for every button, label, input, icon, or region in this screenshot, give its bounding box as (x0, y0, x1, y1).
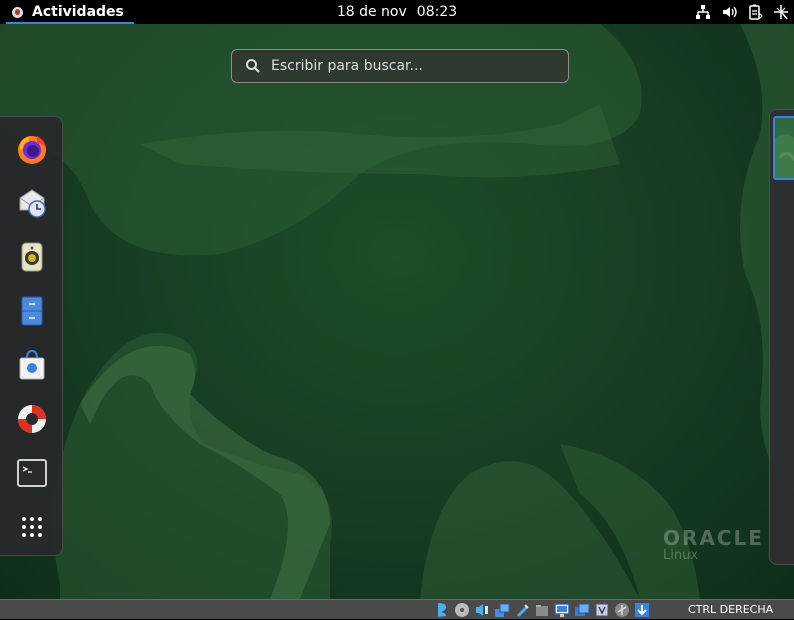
usb-icon[interactable] (513, 602, 531, 619)
activities-label: Actividades (32, 4, 124, 20)
lifebuoy-icon (18, 405, 46, 433)
audio-icon[interactable] (473, 602, 491, 619)
wallpaper (0, 24, 794, 599)
volume-icon[interactable] (720, 3, 738, 21)
network-icon[interactable] (694, 3, 712, 21)
search-input[interactable] (271, 58, 551, 74)
file-cabinet-icon (21, 296, 43, 326)
brand-name: ORACLE (663, 526, 764, 550)
video-capture-icon[interactable] (573, 602, 591, 619)
system-tray[interactable] (694, 0, 794, 24)
mouse-integration-icon[interactable] (613, 602, 631, 619)
battery-icon[interactable] (746, 3, 764, 21)
host-key-arrow-icon[interactable] (633, 602, 651, 619)
power-icon[interactable] (772, 3, 790, 21)
clock-time[interactable]: 08:23 (417, 4, 457, 20)
vm-status-bar: CTRL DERECHA (0, 599, 794, 619)
mail-clock-icon (19, 189, 46, 218)
speaker-icon (21, 242, 43, 272)
dash-item-evolution[interactable] (14, 185, 50, 221)
terminal-icon (17, 459, 47, 487)
overview-desktop[interactable]: ORACLE Linux (0, 24, 794, 599)
firefox-icon (18, 136, 46, 164)
search-icon (245, 58, 261, 74)
optical-drive-icon[interactable] (453, 602, 471, 619)
display-icon[interactable] (553, 602, 571, 619)
clock-date[interactable]: 18 de nov (337, 4, 407, 20)
oracle-linux-watermark: ORACLE Linux (663, 526, 764, 563)
dash-item-software[interactable] (14, 347, 50, 383)
dash-item-files[interactable] (14, 293, 50, 329)
shopping-bag-icon (19, 349, 45, 380)
dash-item-help[interactable] (14, 401, 50, 437)
dash-item-rhythmbox[interactable] (14, 239, 50, 275)
search-box[interactable] (231, 49, 569, 83)
workspace-thumbnail[interactable] (773, 116, 794, 180)
top-bar: Actividades 18 de nov 08:23 (0, 0, 794, 24)
brand-sub: Linux (663, 548, 699, 563)
app-grid-icon (22, 517, 42, 537)
activities-button[interactable]: Actividades (2, 0, 134, 24)
dash-item-terminal[interactable] (14, 455, 50, 491)
shared-folder-icon[interactable] (533, 602, 551, 619)
hard-disk-icon[interactable] (433, 602, 451, 619)
dash-item-firefox[interactable] (14, 131, 50, 167)
distro-logo-icon (12, 6, 23, 18)
show-applications-button[interactable] (14, 509, 50, 545)
network-adapter-icon[interactable] (493, 602, 511, 619)
host-key-label: CTRL DERECHA (688, 603, 774, 616)
virtualization-icon[interactable] (593, 602, 611, 619)
dash (0, 116, 63, 556)
workspace-switcher (769, 109, 794, 565)
